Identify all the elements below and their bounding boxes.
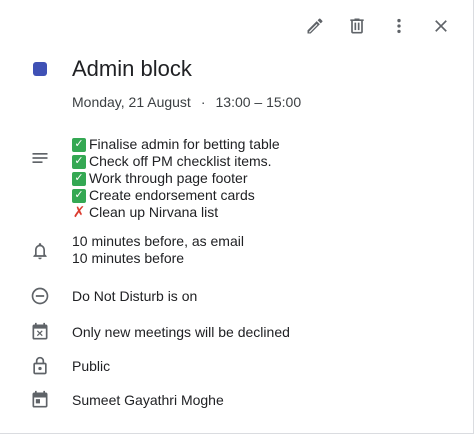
- more-vert-icon: [397, 18, 401, 34]
- lock-icon: [33, 356, 47, 375]
- description-item: ✗ Clean up Nirvana list: [72, 204, 280, 221]
- calendar-owner: Sumeet Gayathri Moghe: [72, 392, 224, 408]
- pencil-icon: [307, 18, 323, 34]
- notes-icon: [32, 153, 48, 163]
- description-item: ✓ Finalise admin for betting table: [72, 136, 280, 153]
- calendar-icon: [32, 390, 48, 408]
- event-title-row: Admin block Monday, 21 August · 13:00 – 15…: [0, 54, 474, 112]
- description-item-text: Check off PM checklist items.: [89, 153, 272, 169]
- event-title: Admin block: [72, 56, 192, 81]
- visibility-row: Public: [0, 356, 474, 376]
- bell-icon: [33, 243, 47, 260]
- status-row: Do Not Disturb is on: [0, 286, 474, 306]
- check-mark-icon: ✓: [72, 154, 86, 169]
- decline-row: Only new meetings will be declined: [0, 322, 474, 342]
- description-item-text: Finalise admin for betting table: [89, 136, 280, 152]
- check-mark-icon: ✓: [72, 171, 86, 186]
- event-description: ✓ Finalise admin for betting table ✓ Check …: [72, 136, 280, 221]
- description-item-text: Clean up Nirvana list: [89, 204, 219, 220]
- close-button[interactable]: [423, 10, 459, 42]
- check-mark-icon: ✓: [72, 188, 86, 203]
- event-toolbar: [297, 10, 459, 42]
- check-mark-icon: ✓: [72, 137, 86, 152]
- calendar-row: Sumeet Gayathri Moghe: [0, 390, 474, 410]
- visibility-text: Public: [72, 358, 111, 374]
- event-busy-icon: [32, 322, 48, 340]
- datetime-separator: ·: [200, 94, 206, 110]
- notification-line: 10 minutes before, as email: [72, 233, 244, 249]
- decline-text: Only new meetings will be declined: [72, 324, 290, 340]
- notifications-row: 10 minutes before, as email 10 minutes b…: [0, 233, 474, 267]
- status-text: Do Not Disturb is on: [72, 288, 198, 304]
- event-datetime: Monday, 21 August · 13:00 – 15:00: [72, 92, 301, 112]
- event-details-panel: Admin block Monday, 21 August · 13:00 – 15…: [0, 0, 474, 434]
- more-options-button[interactable]: [381, 10, 417, 42]
- description-item-text: Work through page footer: [89, 170, 248, 186]
- cross-mark-icon: ✗: [72, 204, 86, 221]
- description-row: ✓ Finalise admin for betting table ✓ Check …: [0, 136, 474, 221]
- description-item: ✓ Work through page footer: [72, 170, 280, 187]
- event-time: 13:00 – 15:00: [215, 94, 302, 110]
- delete-event-button[interactable]: [339, 10, 375, 42]
- edit-event-button[interactable]: [297, 10, 333, 42]
- close-icon: [435, 20, 447, 32]
- do-not-disturb-icon: [31, 287, 49, 305]
- calendar-color-swatch: [33, 62, 47, 76]
- description-item: ✓ Check off PM checklist items.: [72, 153, 280, 170]
- notification-line: 10 minutes before: [72, 250, 185, 266]
- description-item-text: Create endorsement cards: [89, 187, 255, 203]
- description-item: ✓ Create endorsement cards: [72, 187, 280, 204]
- event-date: Monday, 21 August: [72, 94, 191, 110]
- trash-icon: [350, 18, 364, 34]
